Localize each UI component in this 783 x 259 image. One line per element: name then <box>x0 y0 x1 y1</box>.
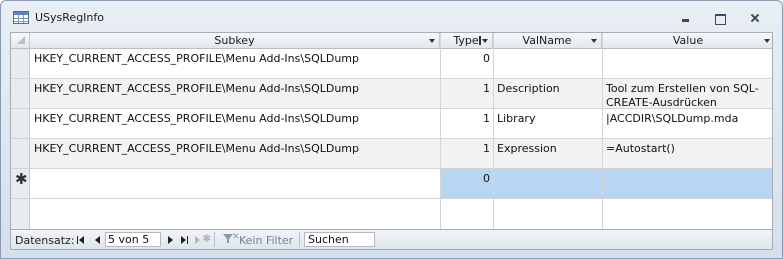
new-record-marker: ✱ <box>15 170 28 188</box>
window-title: USysRegInfo <box>35 11 104 24</box>
sort-filter-icon[interactable] <box>482 39 488 43</box>
cell-subkey[interactable]: HKEY_CURRENT_ACCESS_PROFILE\Menu Add-Ins… <box>30 79 440 108</box>
cell-valname[interactable] <box>493 49 602 78</box>
cell-subkey[interactable]: HKEY_CURRENT_ACCESS_PROFILE\Menu Add-Ins… <box>30 139 440 168</box>
record-navigation-bar: Datensatz: 5 von 5 ✱ ✕ Kein Filter Suche… <box>10 230 773 250</box>
select-all-corner[interactable] <box>11 33 30 49</box>
table-row[interactable]: HKEY_CURRENT_ACCESS_PROFILE\Menu Add-Ins… <box>11 79 772 109</box>
datasheet-grid: Subkey Type ValName Value HKEY_CURRENT_A… <box>10 32 773 230</box>
cell-valname[interactable]: Library <box>493 109 602 138</box>
last-record-icon[interactable] <box>179 233 191 246</box>
cell-type[interactable]: 1 <box>440 139 493 168</box>
cell-subkey[interactable]: HKEY_CURRENT_ACCESS_PROFILE\Menu Add-Ins… <box>30 109 440 138</box>
record-label: Datensatz: <box>15 234 75 247</box>
cell-value[interactable]: =Autostart() <box>602 139 772 168</box>
cell-valname[interactable]: Description <box>493 79 602 108</box>
sort-filter-icon[interactable] <box>591 39 597 43</box>
restore-icon[interactable] <box>711 11 729 25</box>
column-header-label: Subkey <box>214 34 255 47</box>
table-icon <box>13 11 29 24</box>
cell-value[interactable] <box>602 49 772 78</box>
no-filter-icon-stem <box>227 239 229 243</box>
cell-valname[interactable] <box>493 169 602 198</box>
cell-value[interactable]: |ACCDIR\SQLDump.mda <box>602 109 772 138</box>
cell-type[interactable]: 1 <box>440 79 493 108</box>
column-header-subkey[interactable]: Subkey <box>30 33 440 49</box>
column-header-label: ValName <box>522 34 572 47</box>
minimize-icon[interactable] <box>677 11 695 25</box>
cell-subkey[interactable] <box>30 169 440 198</box>
cell-type[interactable]: 0 <box>440 169 493 198</box>
record-number-input[interactable]: 5 von 5 <box>105 232 161 247</box>
cell-valname[interactable]: Expression <box>493 139 602 168</box>
title-bar[interactable]: USysRegInfo <box>1 1 782 31</box>
nav-divider <box>299 232 300 247</box>
sort-filter-icon[interactable] <box>764 39 770 43</box>
column-header-type[interactable]: Type <box>440 33 493 49</box>
table-row[interactable]: HKEY_CURRENT_ACCESS_PROFILE\Menu Add-Ins… <box>11 49 772 79</box>
column-header-label: Value <box>672 34 704 47</box>
record-selector[interactable] <box>11 79 30 108</box>
prev-record-icon[interactable] <box>91 233 103 246</box>
close-icon[interactable] <box>746 11 764 25</box>
cell-type[interactable]: 0 <box>440 49 493 78</box>
cell-value[interactable] <box>602 169 772 198</box>
next-record-icon[interactable] <box>165 233 177 246</box>
column-resize-handle[interactable] <box>479 36 481 45</box>
new-record-row[interactable]: ✱ 0 <box>11 169 772 199</box>
record-selector[interactable]: ✱ <box>11 169 30 198</box>
table-window: USysRegInfo Subkey Type ValName Value HK… <box>0 0 783 259</box>
cell-type[interactable]: 1 <box>440 109 493 138</box>
column-header-row: Subkey Type ValName Value <box>11 33 772 49</box>
sort-filter-icon[interactable] <box>429 39 435 43</box>
nav-divider <box>214 232 215 247</box>
column-header-valname[interactable]: ValName <box>493 33 602 49</box>
filter-status-button[interactable]: Kein Filter <box>239 234 293 247</box>
record-selector[interactable] <box>11 49 30 78</box>
cell-subkey[interactable]: HKEY_CURRENT_ACCESS_PROFILE\Menu Add-Ins… <box>30 49 440 78</box>
column-divider <box>602 33 603 229</box>
column-header-value[interactable]: Value <box>602 33 772 49</box>
new-record-icon[interactable]: ✱ <box>195 232 211 246</box>
search-input[interactable]: Suchen <box>304 232 375 247</box>
column-divider <box>440 33 441 229</box>
column-header-label: Type <box>453 34 479 47</box>
table-row[interactable]: HKEY_CURRENT_ACCESS_PROFILE\Menu Add-Ins… <box>11 109 772 139</box>
record-selector[interactable] <box>11 139 30 168</box>
column-divider <box>493 33 494 229</box>
cell-value[interactable]: Tool zum Erstellen von SQL-CREATE-Ausdrü… <box>602 79 772 108</box>
first-record-icon[interactable] <box>75 233 87 246</box>
table-row[interactable]: HKEY_CURRENT_ACCESS_PROFILE\Menu Add-Ins… <box>11 139 772 169</box>
record-selector[interactable] <box>11 109 30 138</box>
